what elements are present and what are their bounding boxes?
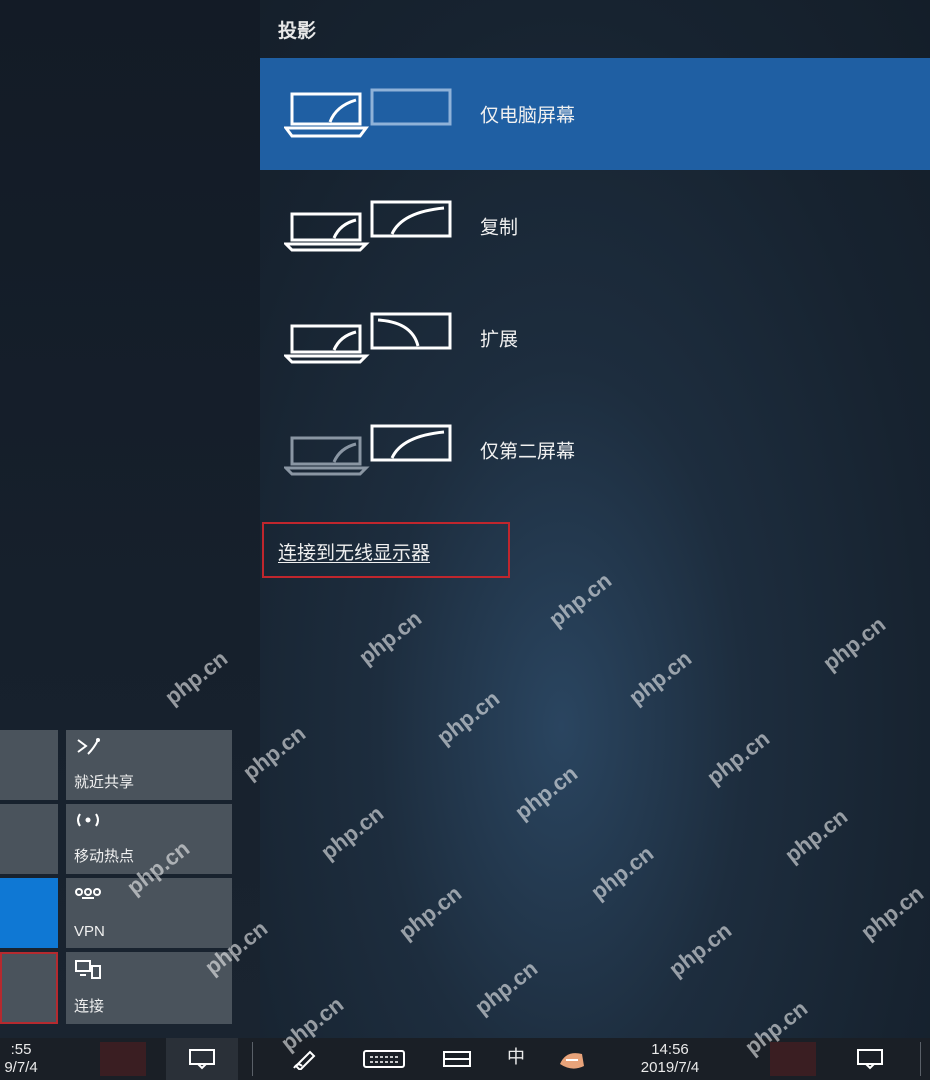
quick-action-nearby-sharing[interactable]: 就近共享 (66, 730, 232, 800)
clock-date: 2019/7/4 (640, 1059, 700, 1076)
quick-action-mobile-hotspot[interactable]: 移动热点 (66, 804, 232, 874)
tile-label: 连接 (74, 998, 105, 1015)
taskbar-highlight-block-2 (770, 1042, 816, 1076)
clock[interactable]: 14:56 2019/7/4 (610, 1041, 730, 1077)
quick-action-tile-hidden-2[interactable] (0, 804, 58, 874)
quick-action-vpn[interactable]: VPN (66, 878, 232, 948)
keyboard-icon (363, 1050, 405, 1068)
show-desktop-divider (920, 1042, 921, 1076)
quick-action-connect[interactable]: 连接 (66, 952, 232, 1024)
option-label: 仅电脑屏幕 (480, 105, 576, 127)
vpn-icon (75, 888, 101, 899)
duplicate-icon (284, 200, 452, 252)
clock-time: 14:56 (651, 1041, 689, 1058)
option-second-screen-only[interactable]: 仅第二屏幕 (260, 394, 930, 506)
pen-workspace-button[interactable] (286, 1038, 326, 1080)
tray-app-icon (560, 1053, 584, 1069)
option-pc-screen-only[interactable]: 仅电脑屏幕 (260, 58, 930, 170)
panel-title: 投影 (278, 21, 317, 42)
notification-button[interactable] (846, 1038, 896, 1080)
option-label: 仅第二屏幕 (480, 441, 576, 463)
quick-action-tile-active[interactable] (0, 878, 58, 948)
tray-app-icon-button[interactable] (552, 1038, 592, 1080)
touch-keyboard-button[interactable] (356, 1038, 412, 1080)
mobile-hotspot-icon (77, 813, 99, 827)
tile-label: VPN (74, 923, 105, 940)
notification-icon (857, 1049, 883, 1070)
second-screen-only-icon (284, 424, 452, 476)
connect-wireless-display-link[interactable]: 连接到无线显示器 (262, 522, 510, 578)
action-center-button[interactable] (166, 1038, 238, 1080)
left-clock[interactable]: :55 9/7/4 (0, 1041, 42, 1077)
pen-icon (293, 1050, 316, 1070)
option-label: 复制 (480, 217, 519, 239)
left-time: :55 (10, 1041, 32, 1058)
action-center-icon (189, 1049, 215, 1070)
project-panel: 投影 仅电脑屏幕 复制 扩展 仅第二屏幕 连接到无线显示器 (260, 0, 930, 1038)
tile-label: 就近共享 (74, 774, 135, 791)
connect-icon (75, 960, 101, 979)
ime-indicator[interactable]: 中 (500, 1048, 532, 1066)
quick-action-tile-highlighted[interactable] (0, 952, 58, 1024)
left-date: 9/7/4 (4, 1059, 38, 1076)
wireless-link-label: 连接到无线显示器 (278, 543, 431, 564)
display-button[interactable] (436, 1038, 476, 1080)
taskbar: :55 9/7/4 中 14:56 2019/7/4 (0, 1038, 930, 1080)
option-duplicate[interactable]: 复制 (260, 170, 930, 282)
taskbar-highlight-block (100, 1042, 146, 1076)
taskbar-divider (252, 1042, 253, 1076)
nearby-sharing-icon (77, 738, 100, 755)
tile-label: 移动热点 (74, 848, 135, 865)
option-label: 扩展 (480, 329, 519, 351)
option-extend[interactable]: 扩展 (260, 282, 930, 394)
display-icon (443, 1051, 471, 1067)
pc-screen-only-icon (284, 88, 452, 138)
quick-action-tile-hidden-1[interactable] (0, 730, 58, 800)
extend-icon (284, 312, 452, 364)
